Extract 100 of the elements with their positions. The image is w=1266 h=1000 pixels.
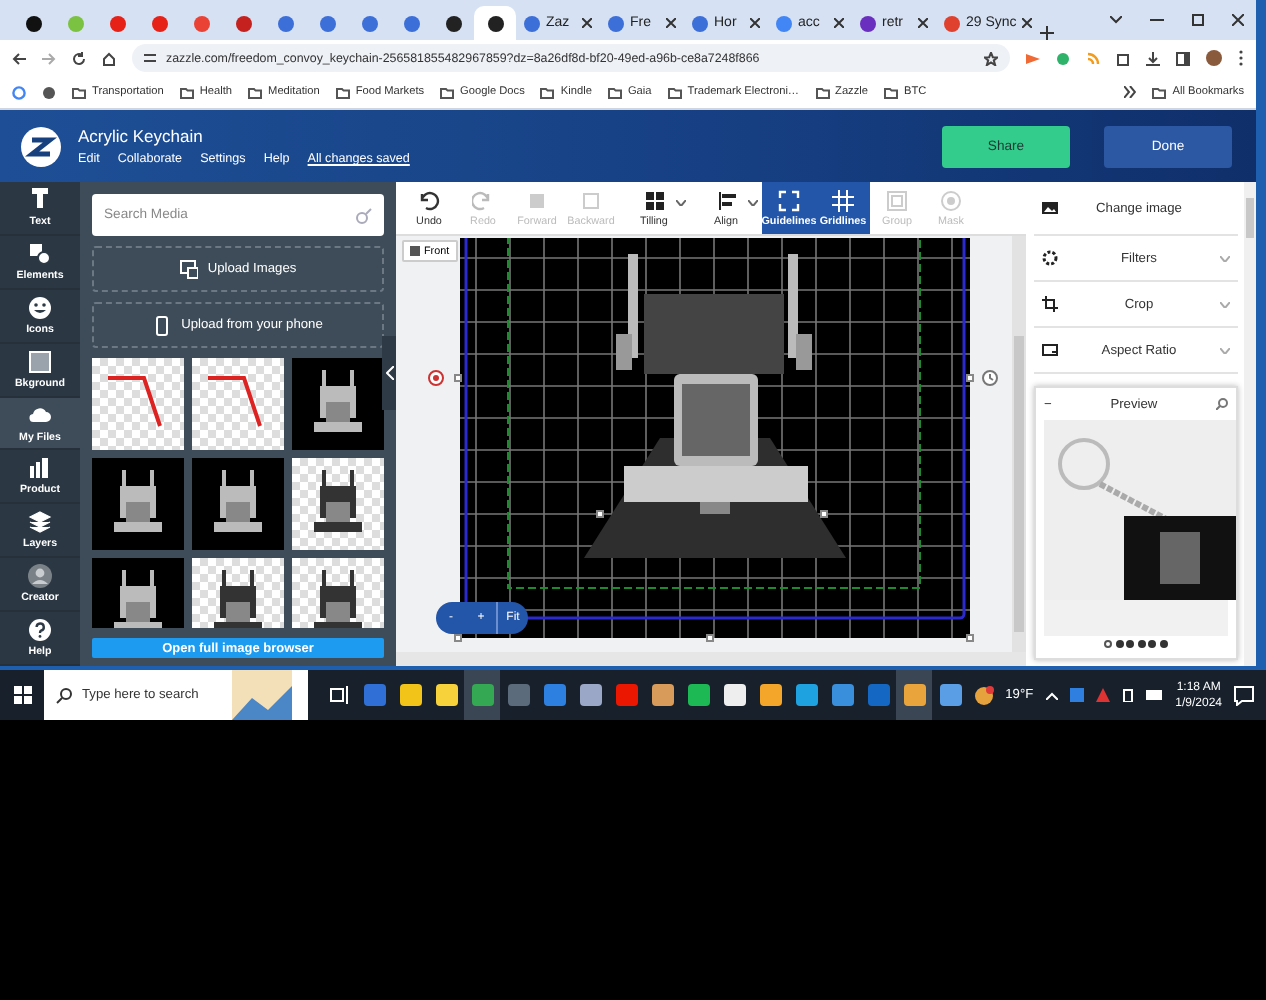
resize-handle[interactable] bbox=[966, 634, 974, 642]
page-dot[interactable] bbox=[1126, 640, 1135, 648]
vertical-scrollbar[interactable] bbox=[1012, 236, 1026, 652]
app-icon[interactable] bbox=[723, 684, 745, 706]
browser-tab[interactable] bbox=[474, 6, 516, 40]
image-thumbnail[interactable] bbox=[192, 358, 284, 450]
dropdown-icon[interactable] bbox=[1110, 16, 1122, 24]
zoom-icon[interactable] bbox=[1216, 398, 1228, 410]
cloud-upload-icon bbox=[28, 403, 52, 427]
close-icon[interactable] bbox=[1232, 14, 1244, 26]
notifications-icon[interactable] bbox=[1234, 685, 1254, 705]
weather-icon[interactable] bbox=[973, 685, 994, 705]
chevron-left-icon bbox=[385, 366, 393, 380]
site-info-icon[interactable] bbox=[144, 52, 156, 64]
page-dot[interactable] bbox=[1148, 640, 1157, 648]
vertical-scrollbar[interactable] bbox=[1244, 182, 1256, 666]
close-icon[interactable] bbox=[582, 18, 592, 28]
folder-icon bbox=[440, 85, 455, 99]
extension-icon[interactable] bbox=[1056, 51, 1070, 65]
resize-handle[interactable] bbox=[596, 510, 604, 518]
guidelines-icon bbox=[778, 189, 800, 211]
resize-handle[interactable] bbox=[966, 374, 974, 382]
image-thumbnail[interactable] bbox=[192, 458, 284, 550]
crop-icon bbox=[1042, 296, 1058, 312]
profile-avatar-icon[interactable] bbox=[1206, 50, 1222, 66]
rotate-handle-icon[interactable] bbox=[982, 370, 998, 386]
back-icon[interactable] bbox=[12, 51, 26, 65]
resize-handle[interactable] bbox=[454, 374, 462, 382]
mask-icon bbox=[940, 189, 962, 211]
app-icon[interactable] bbox=[939, 684, 961, 706]
folder-icon bbox=[1152, 85, 1167, 99]
minimize-icon[interactable] bbox=[1150, 18, 1164, 22]
app-icon[interactable] bbox=[435, 684, 457, 706]
side-panel-icon[interactable] bbox=[1176, 51, 1190, 65]
resize-handle[interactable] bbox=[820, 510, 828, 518]
close-icon[interactable] bbox=[666, 18, 676, 28]
page-dot[interactable] bbox=[1115, 640, 1124, 648]
image-thumbnail[interactable] bbox=[292, 358, 384, 450]
app-icon[interactable] bbox=[759, 684, 781, 706]
images-icon bbox=[179, 259, 198, 279]
extension-icon[interactable] bbox=[1026, 51, 1040, 65]
image-thumbnail[interactable] bbox=[92, 558, 184, 628]
bar-chart-icon bbox=[28, 456, 52, 481]
folder-icon bbox=[179, 85, 194, 99]
star-icon[interactable] bbox=[984, 51, 998, 65]
redo-icon bbox=[472, 189, 494, 211]
square-icon bbox=[28, 349, 52, 374]
image-thumbnail[interactable] bbox=[192, 558, 284, 628]
truck-image[interactable] bbox=[584, 254, 846, 558]
menu-icon[interactable] bbox=[1238, 50, 1244, 66]
tiles-icon bbox=[643, 189, 665, 211]
maximize-icon[interactable] bbox=[1192, 14, 1204, 26]
folder-icon bbox=[335, 85, 350, 99]
help-icon bbox=[28, 618, 52, 643]
page-dot[interactable] bbox=[1104, 640, 1113, 648]
app-icon[interactable] bbox=[399, 684, 421, 706]
target-handle-icon[interactable] bbox=[428, 370, 444, 386]
image-thumbnail[interactable] bbox=[92, 458, 184, 550]
app-icon[interactable] bbox=[579, 684, 601, 706]
download-icon[interactable] bbox=[1146, 51, 1160, 65]
reload-icon[interactable] bbox=[72, 51, 86, 65]
folder-icon bbox=[248, 85, 263, 99]
search-highlight-illustration bbox=[232, 670, 292, 720]
folder-icon bbox=[540, 85, 555, 99]
chevron-icon[interactable] bbox=[1124, 86, 1137, 98]
collapse-panel-button[interactable] bbox=[382, 336, 396, 410]
folder-icon bbox=[607, 85, 622, 99]
battery-icon[interactable] bbox=[1145, 690, 1164, 700]
image-thumbnail[interactable] bbox=[92, 358, 184, 450]
elements-icon bbox=[28, 241, 52, 266]
home-icon[interactable] bbox=[102, 51, 116, 65]
logo-icon bbox=[20, 125, 62, 167]
send-backward-icon bbox=[580, 189, 602, 211]
new-tab-icon[interactable] bbox=[1040, 26, 1055, 40]
image-thumbnail[interactable] bbox=[292, 558, 384, 628]
app-icon[interactable] bbox=[651, 684, 673, 706]
image-thumbnail[interactable] bbox=[292, 458, 384, 550]
close-icon[interactable] bbox=[1022, 18, 1033, 28]
phone-icon bbox=[153, 315, 172, 335]
horizontal-scrollbar[interactable] bbox=[396, 652, 1026, 666]
folder-icon bbox=[815, 85, 830, 99]
bring-forward-icon bbox=[526, 189, 548, 211]
chevron-up-icon[interactable] bbox=[1045, 691, 1058, 699]
app-icon[interactable] bbox=[795, 684, 817, 706]
close-icon[interactable] bbox=[750, 18, 760, 28]
page-dot[interactable] bbox=[1137, 640, 1146, 648]
close-icon[interactable] bbox=[834, 18, 844, 28]
filters-icon bbox=[1042, 250, 1058, 266]
smiley-icon bbox=[28, 295, 52, 320]
windows-start-icon[interactable] bbox=[13, 686, 31, 704]
page-dot[interactable] bbox=[1159, 640, 1168, 648]
close-icon[interactable] bbox=[918, 18, 928, 28]
align-icon bbox=[715, 189, 737, 211]
resize-handle[interactable] bbox=[454, 634, 462, 642]
avatar-icon bbox=[28, 564, 52, 589]
app-icon[interactable] bbox=[687, 684, 709, 706]
search-icon bbox=[56, 687, 72, 703]
folder-icon bbox=[667, 85, 682, 99]
task-view-icon[interactable] bbox=[329, 686, 347, 704]
resize-handle[interactable] bbox=[706, 634, 714, 642]
